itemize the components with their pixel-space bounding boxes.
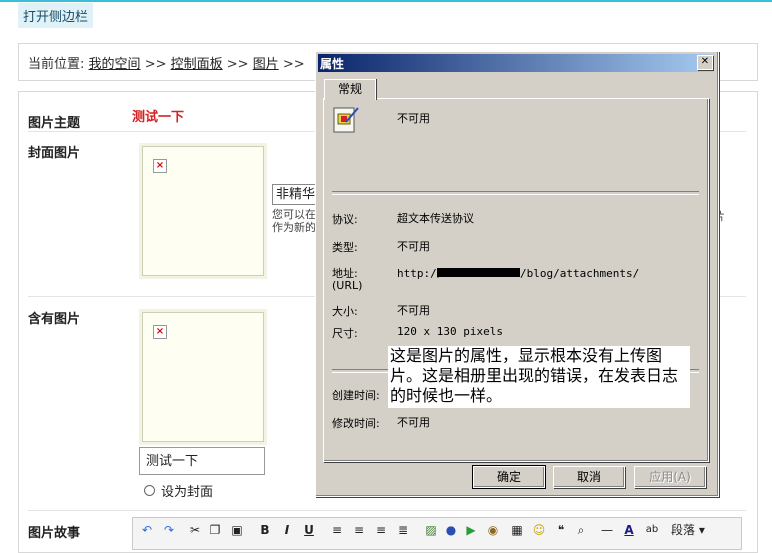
type-label: 类型: xyxy=(332,241,358,254)
type-value: 不可用 xyxy=(397,240,430,253)
modified-value: 不可用 xyxy=(397,416,430,429)
editor-toolbar: ↶ ↷ ✂ ❐ ▣ B I U ≡ ≡ ≡ ≣ ▨ ● ▶ ◉ ▦ ☺ ❝ ⌕ … xyxy=(132,517,742,550)
breadcrumb-prefix: 当前位置: xyxy=(28,57,85,72)
broken-image-icon: × xyxy=(153,325,167,339)
insert-audio-icon[interactable]: ◉ xyxy=(485,522,501,538)
breadcrumb-link-control-panel[interactable]: 控制面板 xyxy=(171,57,223,72)
quote-icon[interactable]: ❝ xyxy=(553,522,569,538)
cover-hint-text: 您可以在 作为新的 xyxy=(272,208,316,234)
breadcrumb-separator: >> xyxy=(144,57,167,72)
breadcrumb-link-my-space[interactable]: 我的空间 xyxy=(89,57,141,72)
protocol-label: 协议: xyxy=(332,213,358,226)
created-label: 创建时间: xyxy=(332,389,380,402)
bold-icon[interactable]: B xyxy=(257,522,273,538)
size-label: 大小: xyxy=(332,305,358,318)
insert-media-icon[interactable]: ▶ xyxy=(463,522,479,538)
insert-table-icon[interactable]: ▦ xyxy=(509,522,525,538)
paragraph-format-dropdown[interactable]: 段落 ▾ xyxy=(671,522,711,538)
redacted-host xyxy=(437,268,520,277)
breadcrumb-separator: >> xyxy=(226,57,249,72)
ok-button[interactable]: 确定 xyxy=(472,465,546,489)
size-value: 不可用 xyxy=(397,304,430,317)
close-icon[interactable]: ✕ xyxy=(697,55,713,70)
insert-flash-icon[interactable]: ● xyxy=(443,522,459,538)
story-label: 图片故事 xyxy=(28,526,81,541)
broken-image-icon: × xyxy=(153,159,167,173)
apply-button[interactable]: 应用(A) xyxy=(634,466,706,488)
cut-icon[interactable]: ✂ xyxy=(187,522,203,538)
align-center-icon[interactable]: ≡ xyxy=(351,522,367,538)
address-path: /blog/attachments/ xyxy=(520,267,640,280)
breadcrumb: 当前位置: 我的空间 >> 控制面板 >> 图片 >> xyxy=(28,53,305,72)
search-icon[interactable]: ⌕ xyxy=(573,522,589,538)
dialog-titlebar[interactable] xyxy=(318,54,714,72)
section-divider xyxy=(332,191,699,195)
insert-image-icon[interactable]: ▨ xyxy=(423,522,439,538)
paste-icon[interactable]: ▣ xyxy=(229,522,245,538)
tab-general[interactable]: 常规 xyxy=(324,79,376,100)
dimensions-label: 尺寸: xyxy=(332,327,358,340)
set-cover-option[interactable]: 设为封面 xyxy=(144,481,213,500)
set-cover-radio[interactable] xyxy=(144,485,155,496)
cover-image-thumbnail[interactable]: × xyxy=(142,146,264,276)
copy-icon[interactable]: ❐ xyxy=(207,522,223,538)
undo-icon[interactable]: ↶ xyxy=(139,522,155,538)
cancel-button[interactable]: 取消 xyxy=(553,466,625,488)
row-divider xyxy=(28,510,746,511)
modified-label: 修改时间: xyxy=(332,417,380,430)
file-name-value: 不可用 xyxy=(397,112,430,125)
italic-icon[interactable]: I xyxy=(279,522,295,538)
breadcrumb-separator: >> xyxy=(282,57,305,72)
top-accent-line xyxy=(0,0,772,2)
address-url-label: (URL) xyxy=(332,279,363,292)
protocol-value: 超文本传送协议 xyxy=(397,212,474,225)
justify-icon[interactable]: ≣ xyxy=(395,522,411,538)
annotation-note: 这是图片的属性，显示根本没有上传图片。这是相册里出现的错误，在发表日志的时候也一… xyxy=(388,346,690,408)
open-sidebar-button[interactable]: 打开侧边栏 xyxy=(18,3,94,28)
horizontal-rule-icon[interactable]: — xyxy=(599,522,615,538)
cover-label: 封面图片 xyxy=(28,146,81,161)
contained-image-thumbnail[interactable]: × xyxy=(142,312,264,442)
title-label: 图片主题 xyxy=(28,116,81,131)
underline-icon[interactable]: U xyxy=(301,522,317,538)
set-cover-label: 设为封面 xyxy=(161,485,214,500)
redo-icon[interactable]: ↷ xyxy=(161,522,177,538)
image-file-icon xyxy=(333,107,359,133)
contains-label: 含有图片 xyxy=(28,312,81,327)
emoticon-icon[interactable]: ☺ xyxy=(531,522,547,538)
title-value: 测试一下 xyxy=(132,110,185,125)
breadcrumb-link-pictures[interactable]: 图片 xyxy=(253,57,279,72)
highlight-icon[interactable]: ab xyxy=(643,522,661,538)
dialog-title: 属性 xyxy=(320,57,345,71)
align-left-icon[interactable]: ≡ xyxy=(329,522,345,538)
align-right-icon[interactable]: ≡ xyxy=(373,522,389,538)
image-caption-input[interactable]: 测试一下 xyxy=(139,447,265,475)
dimensions-value: 120 x 130 pixels xyxy=(397,325,503,338)
font-color-icon[interactable]: A xyxy=(621,522,637,538)
